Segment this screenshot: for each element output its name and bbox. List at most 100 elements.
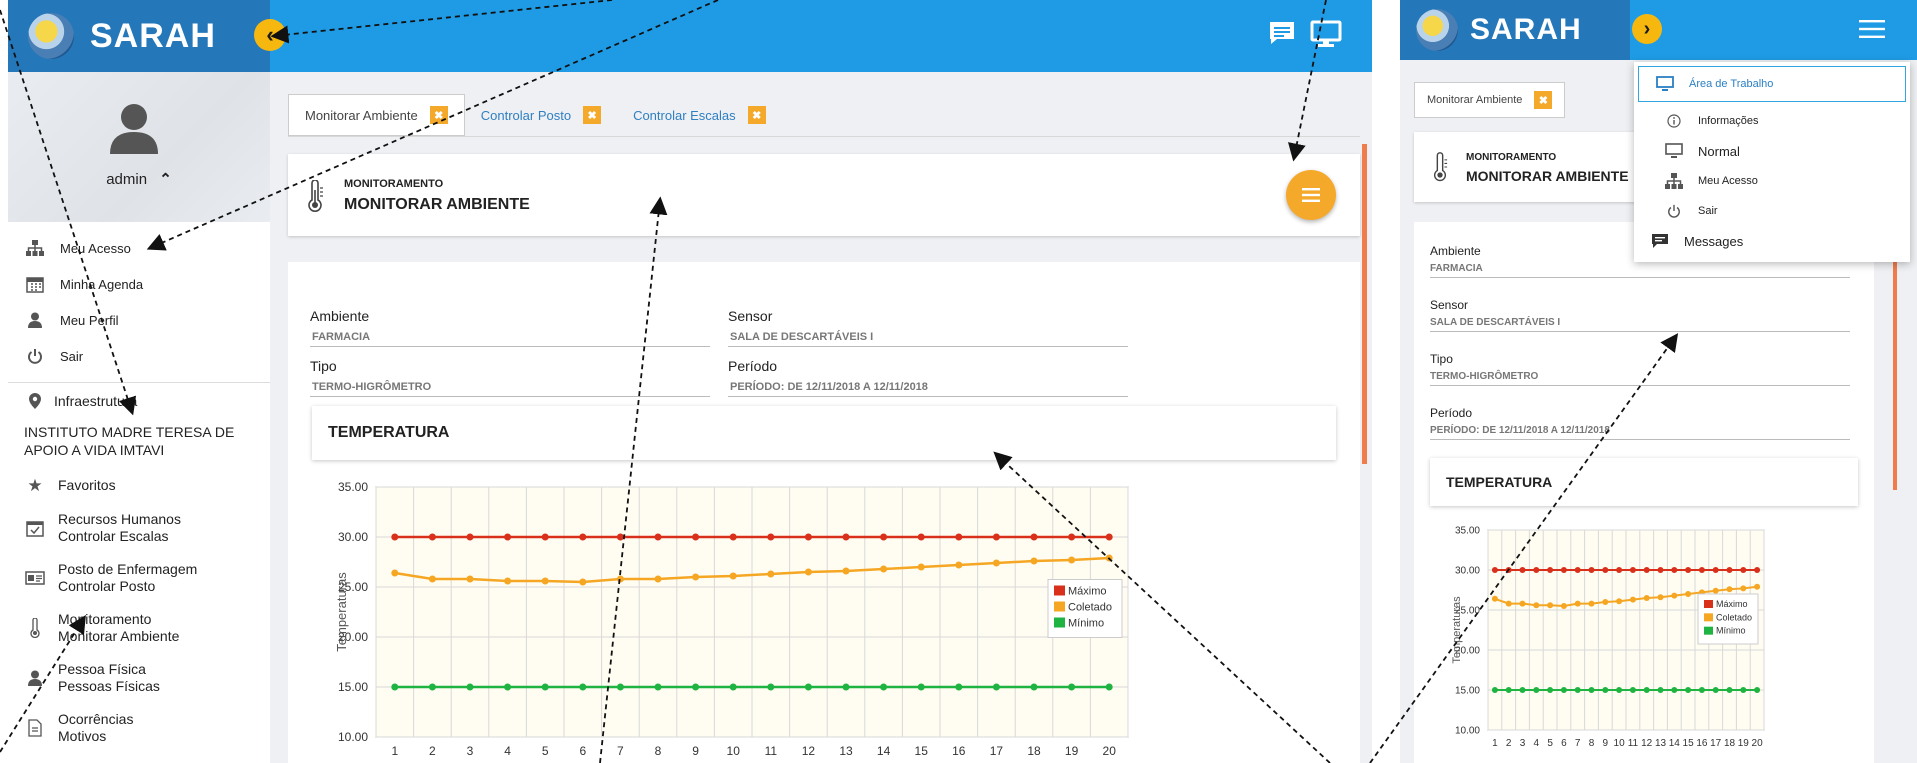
field-value[interactable]: TERMO-HIGRÔMETRO bbox=[1430, 371, 1850, 386]
legend-label: Mínimo bbox=[1068, 618, 1104, 630]
field-value[interactable]: SALA DE DESCARTÁVEIS I bbox=[1430, 317, 1850, 332]
data-point bbox=[391, 533, 399, 541]
favorites-item[interactable]: ★ Favoritos bbox=[8, 467, 270, 503]
hamburger-icon[interactable] bbox=[1859, 20, 1885, 38]
tab-monitorar-ambiente[interactable]: Monitorar Ambiente ✖ bbox=[1414, 82, 1566, 118]
field-value[interactable]: FARMACIA bbox=[310, 331, 710, 347]
field-value[interactable]: PERÍODO: DE 12/11/2018 A 12/11/2018 bbox=[1430, 425, 1850, 440]
data-point bbox=[1643, 687, 1650, 693]
section-header: TEMPERATURA bbox=[312, 406, 1336, 460]
legend-swatch bbox=[1054, 601, 1065, 612]
data-point bbox=[917, 683, 925, 691]
thermometer-icon bbox=[1433, 152, 1448, 182]
tab-controlar-escalas[interactable]: Controlar Escalas ✖ bbox=[617, 94, 782, 136]
x-tick-label: 14 bbox=[1669, 738, 1681, 749]
nav-item-monitorar-ambiente[interactable]: Monitoramento Monitorar Ambiente bbox=[8, 603, 270, 653]
close-icon[interactable]: ✖ bbox=[429, 106, 448, 124]
scrollbar[interactable] bbox=[1362, 144, 1367, 464]
menu-meu-acesso[interactable]: Meu Acesso bbox=[1634, 166, 1910, 196]
menu-sair[interactable]: Sair bbox=[8, 338, 270, 374]
field-label: Período bbox=[1430, 406, 1473, 420]
username: admin bbox=[106, 171, 148, 188]
menu-sair[interactable]: Sair bbox=[1634, 196, 1910, 226]
sidebar-toggle-button[interactable]: › bbox=[1632, 14, 1662, 44]
menu-fab-button[interactable] bbox=[1286, 170, 1336, 220]
brand: SARAH bbox=[8, 0, 270, 72]
data-point bbox=[1588, 567, 1595, 573]
power-icon bbox=[24, 348, 46, 364]
data-point bbox=[1574, 600, 1581, 607]
data-point bbox=[1643, 595, 1650, 601]
nav-line2: Controlar Escalas bbox=[58, 528, 169, 544]
nav-line1: Posto de Enfermagem bbox=[58, 561, 198, 577]
infrastructure-item[interactable]: Infraestrutura bbox=[8, 383, 270, 419]
page-title: MONITORAR AMBIENTE bbox=[1466, 168, 1629, 184]
user-dropdown-menu: Área de Trabalho Informações Normal Meu … bbox=[1634, 62, 1910, 262]
menu-area-de-trabalho[interactable]: Área de Trabalho bbox=[1638, 66, 1906, 102]
tab-controlar-posto[interactable]: Controlar Posto ✖ bbox=[465, 94, 617, 136]
data-point bbox=[1547, 687, 1554, 693]
sidebar-toggle-button[interactable]: ‹ bbox=[254, 19, 286, 51]
data-point bbox=[391, 683, 399, 691]
tab-label: Monitorar Ambiente bbox=[305, 107, 418, 123]
field-periodo: Período PERÍODO: DE 12/11/2018 A 12/11/2… bbox=[1430, 406, 1850, 440]
data-point bbox=[579, 533, 587, 541]
data-point bbox=[1505, 687, 1512, 693]
field-sensor: Sensor SALA DE DESCARTÁVEIS I bbox=[728, 308, 1128, 347]
nav-item-controlar-escalas[interactable]: Recursos Humanos Controlar Escalas bbox=[8, 503, 270, 553]
data-point bbox=[391, 569, 399, 577]
page-header: MONITORAMENTO MONITORAR AMBIENTE bbox=[288, 154, 1360, 236]
data-point bbox=[842, 683, 850, 691]
x-tick-label: 12 bbox=[802, 744, 816, 758]
data-point bbox=[917, 533, 925, 541]
section-title: TEMPERATURA bbox=[1446, 474, 1553, 490]
legend-label: Máximo bbox=[1716, 599, 1748, 609]
data-point bbox=[1560, 687, 1567, 693]
message-icon[interactable] bbox=[1268, 20, 1296, 46]
menu-meu-acesso[interactable]: Meu Acesso bbox=[8, 230, 270, 266]
user-menu-toggle[interactable]: admin ⌃ bbox=[8, 170, 270, 188]
x-tick-label: 9 bbox=[692, 744, 699, 758]
field-value[interactable]: FARMACIA bbox=[1430, 263, 1850, 278]
data-point bbox=[1643, 567, 1650, 573]
data-point bbox=[1671, 567, 1678, 573]
data-point bbox=[767, 533, 775, 541]
menu-messages[interactable]: Messages bbox=[1634, 226, 1910, 256]
monitor-icon bbox=[1664, 143, 1684, 159]
hamburger-icon bbox=[1302, 188, 1320, 202]
data-point bbox=[428, 683, 436, 691]
menu-minha-agenda[interactable]: Minha Agenda bbox=[8, 266, 270, 302]
data-point bbox=[1030, 533, 1038, 541]
menu-informacoes[interactable]: Informações bbox=[1634, 106, 1910, 136]
tab-label: Controlar Escalas bbox=[633, 107, 736, 123]
top-icons bbox=[1268, 20, 1372, 48]
data-point bbox=[1602, 567, 1609, 573]
data-point bbox=[804, 683, 812, 691]
x-tick-label: 6 bbox=[1561, 738, 1567, 749]
nav-item-controlar-posto[interactable]: Posto de Enfermagem Controlar Posto bbox=[8, 553, 270, 603]
data-point bbox=[1740, 687, 1747, 693]
data-point bbox=[1685, 687, 1692, 693]
nav-item-motivos[interactable]: Ocorrências Motivos bbox=[8, 703, 270, 753]
x-tick-label: 5 bbox=[1547, 738, 1553, 749]
field-label: Tipo bbox=[1430, 352, 1453, 366]
menu-normal[interactable]: Normal bbox=[1634, 136, 1910, 166]
data-point bbox=[1030, 557, 1038, 565]
tab-monitorar-ambiente[interactable]: Monitorar Ambiente ✖ bbox=[288, 94, 465, 136]
nav-item-pessoas-fisicas[interactable]: Pessoa Física Pessoas Físicas bbox=[8, 653, 270, 703]
data-point bbox=[1629, 596, 1636, 603]
field-value[interactable]: SALA DE DESCARTÁVEIS I bbox=[728, 331, 1128, 347]
x-tick-label: 2 bbox=[429, 744, 436, 758]
field-value[interactable]: TERMO-HIGRÔMETRO bbox=[310, 381, 710, 397]
field-value[interactable]: PERÍODO: DE 12/11/2018 A 12/11/2018 bbox=[728, 381, 1128, 397]
monitor-icon[interactable] bbox=[1310, 20, 1342, 48]
close-icon[interactable]: ✖ bbox=[1534, 91, 1553, 109]
top-bar: SARAH › bbox=[1400, 0, 1917, 60]
user-icon bbox=[24, 312, 46, 328]
data-point bbox=[767, 570, 775, 578]
data-point bbox=[428, 575, 436, 583]
menu-meu-perfil[interactable]: Meu Perfil bbox=[8, 302, 270, 338]
close-icon[interactable]: ✖ bbox=[747, 106, 766, 124]
close-icon[interactable]: ✖ bbox=[583, 106, 602, 124]
y-tick-label: 10.00 bbox=[338, 730, 368, 744]
